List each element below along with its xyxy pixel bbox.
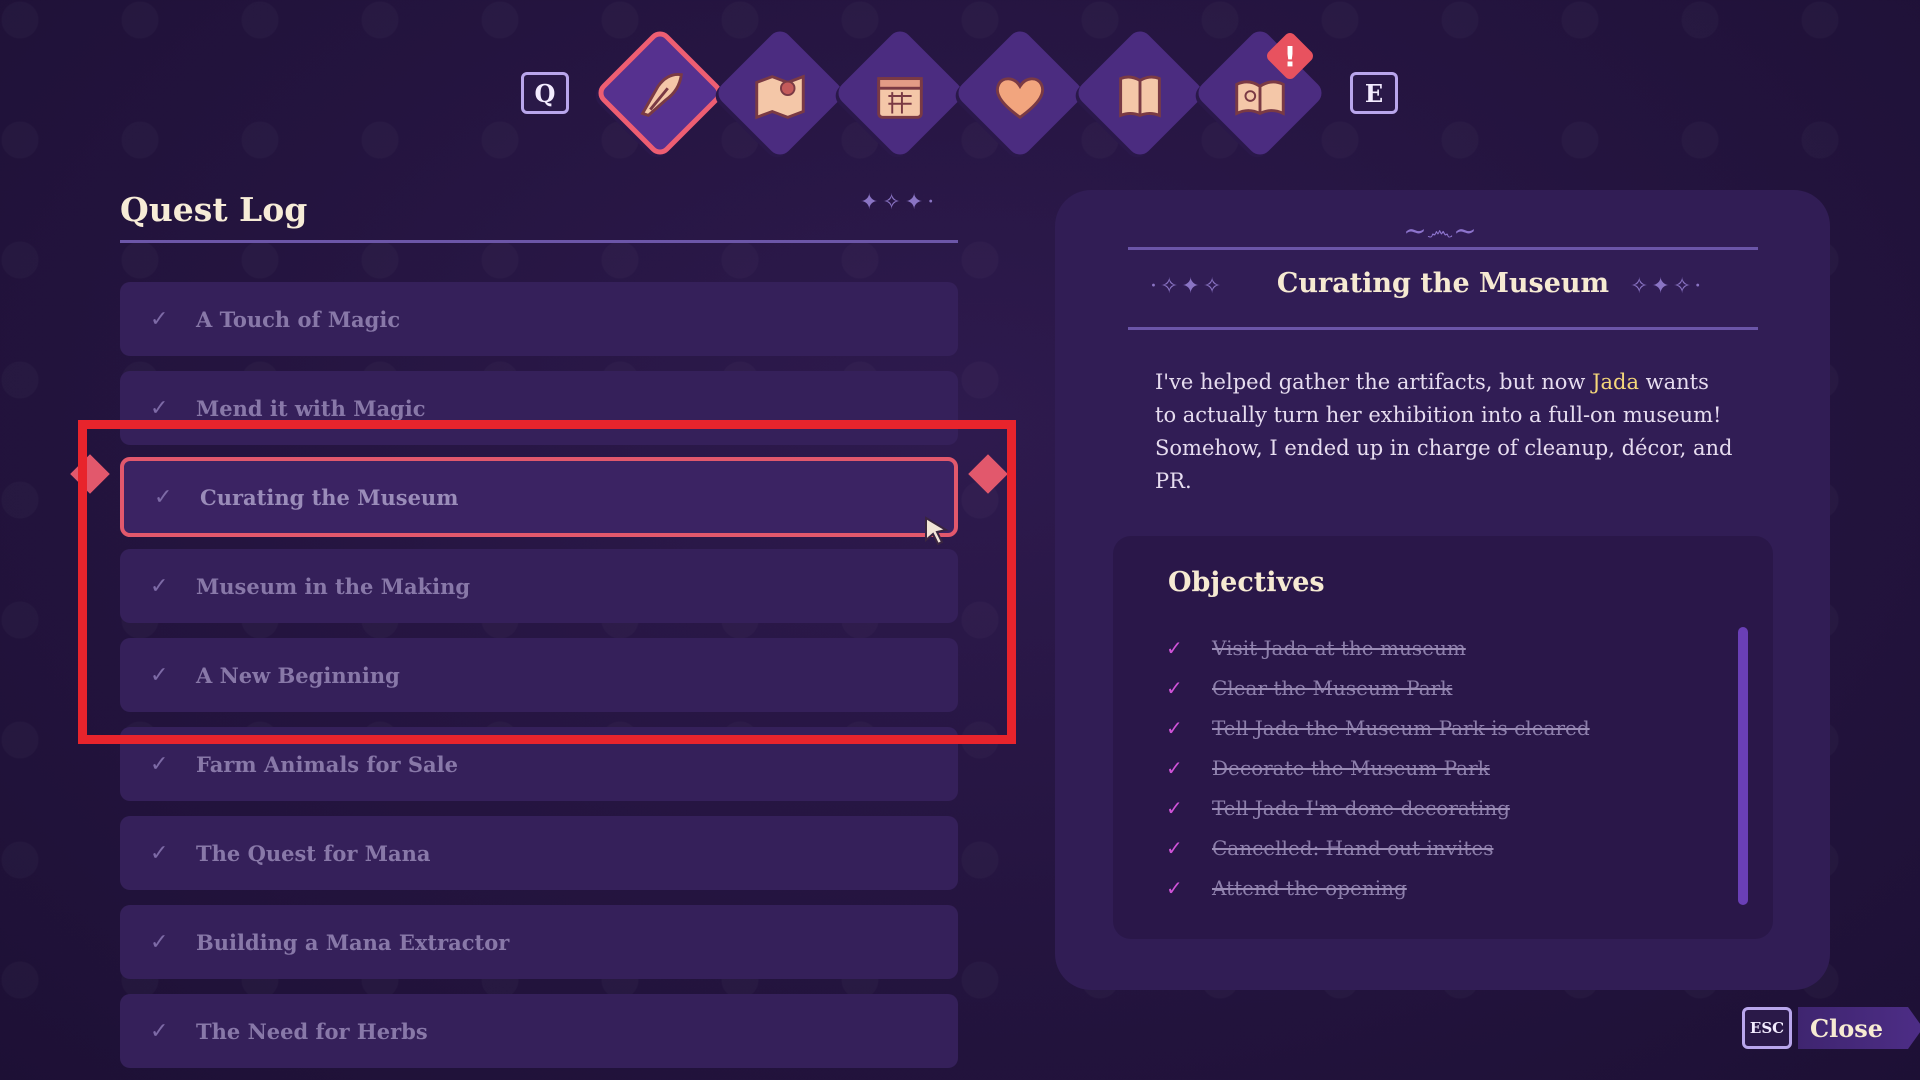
check-icon: ✓ [150,929,169,955]
quest-log-title: Quest Log [120,190,308,229]
prev-tab-key[interactable]: Q [521,72,569,114]
calendar-icon [860,56,940,136]
objective-item: ✓ Decorate the Museum Park [1166,748,1686,788]
quest-item[interactable]: ✓ The Need for Herbs [120,994,958,1068]
description-text: I've helped gather the artifacts, but no… [1155,370,1593,394]
check-icon: ✓ [150,751,169,777]
objective-item: ✓ Visit Jada at the museum [1166,628,1686,668]
quest-label: The Need for Herbs [196,1018,428,1044]
quest-label: Building a Mana Extractor [196,929,510,955]
objectives-title: Objectives [1168,567,1325,598]
objective-item: ✓ Tell Jada the Museum Park is cleared [1166,708,1686,748]
heart-icon [980,56,1060,136]
objective-text: Attend the opening [1212,876,1407,900]
scroll-ornament-icon: ~෴~ [1403,214,1477,247]
mouse-cursor-icon [925,516,949,546]
objective-text: Cancelled: Hand out invites [1212,836,1494,860]
check-icon: ✓ [1166,676,1183,700]
map-icon [740,56,820,136]
check-icon: ✓ [1166,636,1183,660]
objectives-list: ✓ Visit Jada at the museum ✓ Clear the Mus… [1166,628,1686,908]
npc-name: Jada [1592,370,1639,394]
quest-label: Farm Animals for Sale [196,751,458,777]
check-icon: ✓ [1166,876,1183,900]
sparkle-ornament-icon: ✦✧✦· [860,190,939,215]
sparkle-ornament-icon: ✧✦✧· [1630,274,1705,299]
detail-divider-bottom [1128,327,1758,330]
check-icon: ✓ [1166,836,1183,860]
quest-log-divider [120,240,958,243]
quest-item[interactable]: ✓ Building a Mana Extractor [120,905,958,979]
next-tab-key[interactable]: E [1350,72,1398,114]
objective-text: Decorate the Museum Park [1212,756,1490,780]
check-icon: ✓ [150,840,169,866]
quest-item[interactable]: ✓ The Quest for Mana [120,816,958,890]
objectives-scrollbar[interactable] [1738,627,1748,905]
check-icon: ✓ [150,1018,169,1044]
quest-label: Mend it with Magic [196,395,426,421]
check-icon: ✓ [1166,796,1183,820]
book-icon [1100,56,1180,136]
check-icon: ✓ [1166,756,1183,780]
objective-item: ✓ Attend the opening [1166,868,1686,908]
annotation-highlight-box [78,420,1016,744]
alert-icon: ! [1283,39,1297,73]
quest-label: A Touch of Magic [196,306,401,332]
quest-description: I've helped gather the artifacts, but no… [1155,366,1735,498]
objective-text: Visit Jada at the museum [1212,636,1466,660]
check-icon: ✓ [150,306,169,332]
objective-text: Tell Jada the Museum Park is cleared [1212,716,1590,740]
close-button[interactable]: ESC Close [1742,1006,1920,1050]
objective-item: ✓ Cancelled: Hand out invites [1166,828,1686,868]
quest-label: The Quest for Mana [196,840,431,866]
detail-divider-top [1128,247,1758,250]
objective-item: ✓ Clear the Museum Park [1166,668,1686,708]
quest-item[interactable]: ✓ A Touch of Magic [120,282,958,356]
objective-text: Clear the Museum Park [1212,676,1453,700]
check-icon: ✓ [150,395,169,421]
esc-key: ESC [1742,1007,1792,1049]
objective-text: Tell Jada I'm done decorating [1212,796,1510,820]
check-icon: ✓ [1166,716,1183,740]
objective-item: ✓ Tell Jada I'm done decorating [1166,788,1686,828]
quill-icon [620,56,700,136]
close-label: Close [1798,1007,1920,1049]
